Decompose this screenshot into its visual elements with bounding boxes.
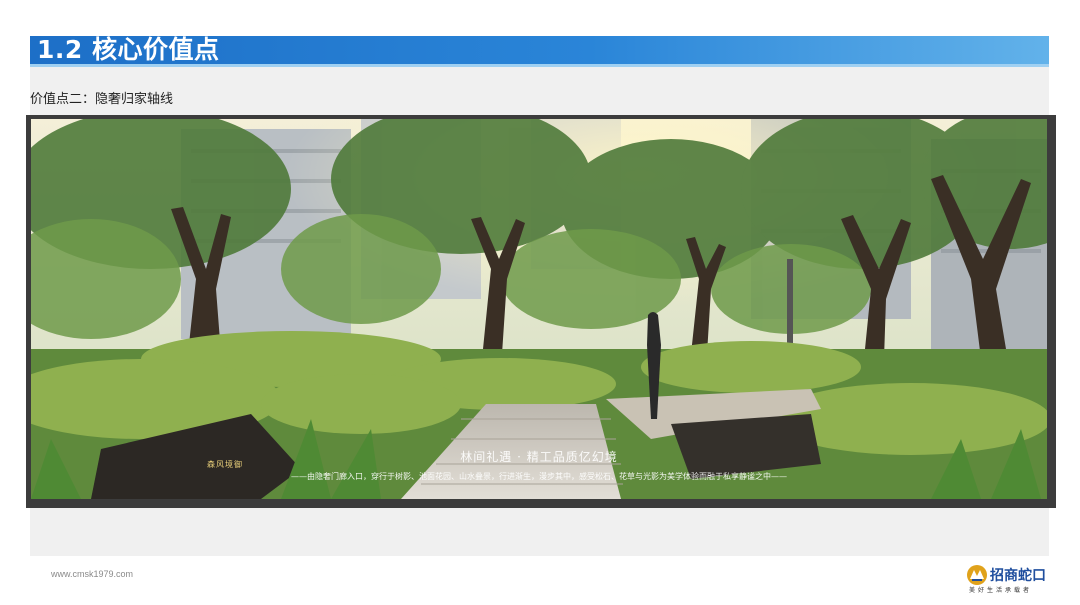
cmsk-logo-icon	[967, 565, 987, 585]
logo-slogan: 美好生活承载者	[969, 587, 1033, 594]
company-logo: 招商蛇口 美好生活承载者	[966, 563, 1050, 597]
lower-panel	[30, 508, 1049, 556]
page-title: 1.2 核心价值点	[37, 35, 220, 64]
footer-url: www.cmsk1979.com	[51, 569, 134, 579]
landscape-illustration	[31, 119, 1047, 499]
logo-name: 招商蛇口	[990, 568, 1046, 584]
landscape-rendering: 森风境御 林间礼遇 · 精工品质亿幻境 ——由隐奢门廊入口，穿行于树影、池面花园…	[31, 119, 1047, 499]
photo-caption-text: ——由隐奢门廊入口，穿行于树影、池面花园、山水叠景，行进渐生，漫步其中，感受松石…	[291, 472, 787, 481]
section-subtitle: 价值点二：隐奢归家轴线	[30, 92, 174, 107]
photo-caption-title: 林间礼遇 · 精工品质亿幻境	[460, 450, 618, 464]
